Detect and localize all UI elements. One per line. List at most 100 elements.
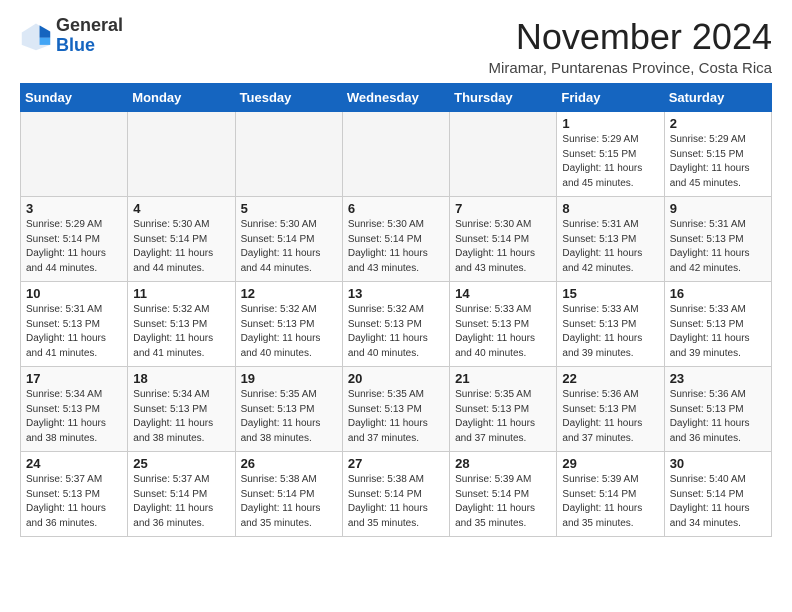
logo-blue: Blue <box>56 35 95 55</box>
logo-general: General <box>56 15 123 35</box>
calendar-body: 1 Sunrise: 5:29 AM Sunset: 5:15 PM Daylig… <box>21 112 772 537</box>
day-info: Sunrise: 5:30 AM Sunset: 5:14 PM Dayligh… <box>241 218 337 276</box>
day-info: Sunrise: 5:33 AM Sunset: 5:13 PM Dayligh… <box>455 303 551 361</box>
day-header-monday: Monday <box>128 84 235 112</box>
title-block: November 2024 Miramar, Puntarenas Provin… <box>489 16 772 77</box>
day-cell <box>450 112 557 197</box>
day-number: 14 <box>455 286 551 301</box>
day-info: Sunrise: 5:29 AM Sunset: 5:15 PM Dayligh… <box>670 133 766 191</box>
day-number: 6 <box>348 201 444 216</box>
day-number: 29 <box>562 456 658 471</box>
day-cell: 3 Sunrise: 5:29 AM Sunset: 5:14 PM Daylig… <box>21 197 128 282</box>
day-header-friday: Friday <box>557 84 664 112</box>
day-cell: 11Sunrise: 5:32 AM Sunset: 5:13 PM Dayli… <box>128 282 235 367</box>
day-cell: 9 Sunrise: 5:31 AM Sunset: 5:13 PM Daylig… <box>664 197 771 282</box>
header: General Blue November 2024 Miramar, Punt… <box>20 16 772 77</box>
day-cell <box>21 112 128 197</box>
day-info: Sunrise: 5:33 AM Sunset: 5:13 PM Dayligh… <box>670 303 766 361</box>
day-number: 26 <box>241 456 337 471</box>
day-cell: 27 Sunrise: 5:38 AM Sunset: 5:14 PM Dayli… <box>342 452 449 537</box>
day-cell: 14 Sunrise: 5:33 AM Sunset: 5:13 PM Dayli… <box>450 282 557 367</box>
page: General Blue November 2024 Miramar, Punt… <box>0 0 792 553</box>
day-number: 27 <box>348 456 444 471</box>
day-number: 20 <box>348 371 444 386</box>
header-row: SundayMondayTuesdayWednesdayThursdayFrid… <box>21 84 772 112</box>
day-cell: 15 Sunrise: 5:33 AM Sunset: 5:13 PM Dayli… <box>557 282 664 367</box>
day-info: Sunrise: 5:38 AM Sunset: 5:14 PM Dayligh… <box>348 473 444 531</box>
day-cell: 22 Sunrise: 5:36 AM Sunset: 5:13 PM Dayli… <box>557 367 664 452</box>
day-cell: 20Sunrise: 5:35 AM Sunset: 5:13 PM Dayli… <box>342 367 449 452</box>
day-info: Sunrise: 5:30 AM Sunset: 5:14 PM Dayligh… <box>348 218 444 276</box>
day-info: Sunrise: 5:30 AM Sunset: 5:14 PM Dayligh… <box>455 218 551 276</box>
day-info: Sunrise: 5:35 AM Sunset: 5:13 PM Dayligh… <box>241 388 337 446</box>
day-number: 13 <box>348 286 444 301</box>
calendar: SundayMondayTuesdayWednesdayThursdayFrid… <box>20 83 772 537</box>
day-cell: 7Sunrise: 5:30 AM Sunset: 5:14 PM Daylig… <box>450 197 557 282</box>
day-number: 22 <box>562 371 658 386</box>
day-number: 1 <box>562 116 658 131</box>
day-cell: 8Sunrise: 5:31 AM Sunset: 5:13 PM Daylig… <box>557 197 664 282</box>
day-info: Sunrise: 5:30 AM Sunset: 5:14 PM Dayligh… <box>133 218 229 276</box>
day-number: 19 <box>241 371 337 386</box>
day-header-thursday: Thursday <box>450 84 557 112</box>
day-number: 30 <box>670 456 766 471</box>
day-cell: 13 Sunrise: 5:32 AM Sunset: 5:13 PM Dayli… <box>342 282 449 367</box>
day-info: Sunrise: 5:37 AM Sunset: 5:13 PM Dayligh… <box>26 473 122 531</box>
day-number: 24 <box>26 456 122 471</box>
day-cell: 28Sunrise: 5:39 AM Sunset: 5:14 PM Dayli… <box>450 452 557 537</box>
day-cell: 4 Sunrise: 5:30 AM Sunset: 5:14 PM Daylig… <box>128 197 235 282</box>
day-cell <box>128 112 235 197</box>
logo-icon <box>20 20 52 52</box>
day-info: Sunrise: 5:38 AM Sunset: 5:14 PM Dayligh… <box>241 473 337 531</box>
day-info: Sunrise: 5:31 AM Sunset: 5:13 PM Dayligh… <box>670 218 766 276</box>
day-info: Sunrise: 5:29 AM Sunset: 5:15 PM Dayligh… <box>562 133 658 191</box>
day-header-saturday: Saturday <box>664 84 771 112</box>
week-row-3: 10 Sunrise: 5:31 AM Sunset: 5:13 PM Dayli… <box>21 282 772 367</box>
day-info: Sunrise: 5:34 AM Sunset: 5:13 PM Dayligh… <box>133 388 229 446</box>
day-header-wednesday: Wednesday <box>342 84 449 112</box>
week-row-1: 1 Sunrise: 5:29 AM Sunset: 5:15 PM Daylig… <box>21 112 772 197</box>
day-number: 5 <box>241 201 337 216</box>
day-info: Sunrise: 5:39 AM Sunset: 5:14 PM Dayligh… <box>562 473 658 531</box>
month-title: November 2024 <box>489 16 772 58</box>
day-number: 18 <box>133 371 229 386</box>
day-number: 8 <box>562 201 658 216</box>
day-cell: 26 Sunrise: 5:38 AM Sunset: 5:14 PM Dayli… <box>235 452 342 537</box>
day-number: 17 <box>26 371 122 386</box>
day-cell: 21Sunrise: 5:35 AM Sunset: 5:13 PM Dayli… <box>450 367 557 452</box>
day-number: 9 <box>670 201 766 216</box>
day-cell: 24 Sunrise: 5:37 AM Sunset: 5:13 PM Dayli… <box>21 452 128 537</box>
day-info: Sunrise: 5:36 AM Sunset: 5:13 PM Dayligh… <box>562 388 658 446</box>
logo: General Blue <box>20 16 123 56</box>
day-info: Sunrise: 5:32 AM Sunset: 5:13 PM Dayligh… <box>133 303 229 361</box>
week-row-5: 24 Sunrise: 5:37 AM Sunset: 5:13 PM Dayli… <box>21 452 772 537</box>
day-number: 10 <box>26 286 122 301</box>
day-number: 15 <box>562 286 658 301</box>
day-cell: 30 Sunrise: 5:40 AM Sunset: 5:14 PM Dayli… <box>664 452 771 537</box>
day-info: Sunrise: 5:36 AM Sunset: 5:13 PM Dayligh… <box>670 388 766 446</box>
week-row-4: 17 Sunrise: 5:34 AM Sunset: 5:13 PM Dayli… <box>21 367 772 452</box>
day-cell: 1 Sunrise: 5:29 AM Sunset: 5:15 PM Daylig… <box>557 112 664 197</box>
day-number: 3 <box>26 201 122 216</box>
day-cell: 17Sunrise: 5:34 AM Sunset: 5:13 PM Dayli… <box>21 367 128 452</box>
day-cell: 23Sunrise: 5:36 AM Sunset: 5:13 PM Dayli… <box>664 367 771 452</box>
day-info: Sunrise: 5:40 AM Sunset: 5:14 PM Dayligh… <box>670 473 766 531</box>
day-info: Sunrise: 5:31 AM Sunset: 5:13 PM Dayligh… <box>26 303 122 361</box>
day-info: Sunrise: 5:32 AM Sunset: 5:13 PM Dayligh… <box>348 303 444 361</box>
day-cell: 29 Sunrise: 5:39 AM Sunset: 5:14 PM Dayli… <box>557 452 664 537</box>
day-info: Sunrise: 5:29 AM Sunset: 5:14 PM Dayligh… <box>26 218 122 276</box>
day-number: 2 <box>670 116 766 131</box>
week-row-2: 3 Sunrise: 5:29 AM Sunset: 5:14 PM Daylig… <box>21 197 772 282</box>
day-header-sunday: Sunday <box>21 84 128 112</box>
day-header-tuesday: Tuesday <box>235 84 342 112</box>
day-number: 12 <box>241 286 337 301</box>
day-number: 4 <box>133 201 229 216</box>
day-info: Sunrise: 5:32 AM Sunset: 5:13 PM Dayligh… <box>241 303 337 361</box>
day-cell: 18 Sunrise: 5:34 AM Sunset: 5:13 PM Dayli… <box>128 367 235 452</box>
day-cell: 19 Sunrise: 5:35 AM Sunset: 5:13 PM Dayli… <box>235 367 342 452</box>
day-info: Sunrise: 5:33 AM Sunset: 5:13 PM Dayligh… <box>562 303 658 361</box>
calendar-header: SundayMondayTuesdayWednesdayThursdayFrid… <box>21 84 772 112</box>
day-number: 25 <box>133 456 229 471</box>
day-cell <box>235 112 342 197</box>
day-cell: 12 Sunrise: 5:32 AM Sunset: 5:13 PM Dayli… <box>235 282 342 367</box>
